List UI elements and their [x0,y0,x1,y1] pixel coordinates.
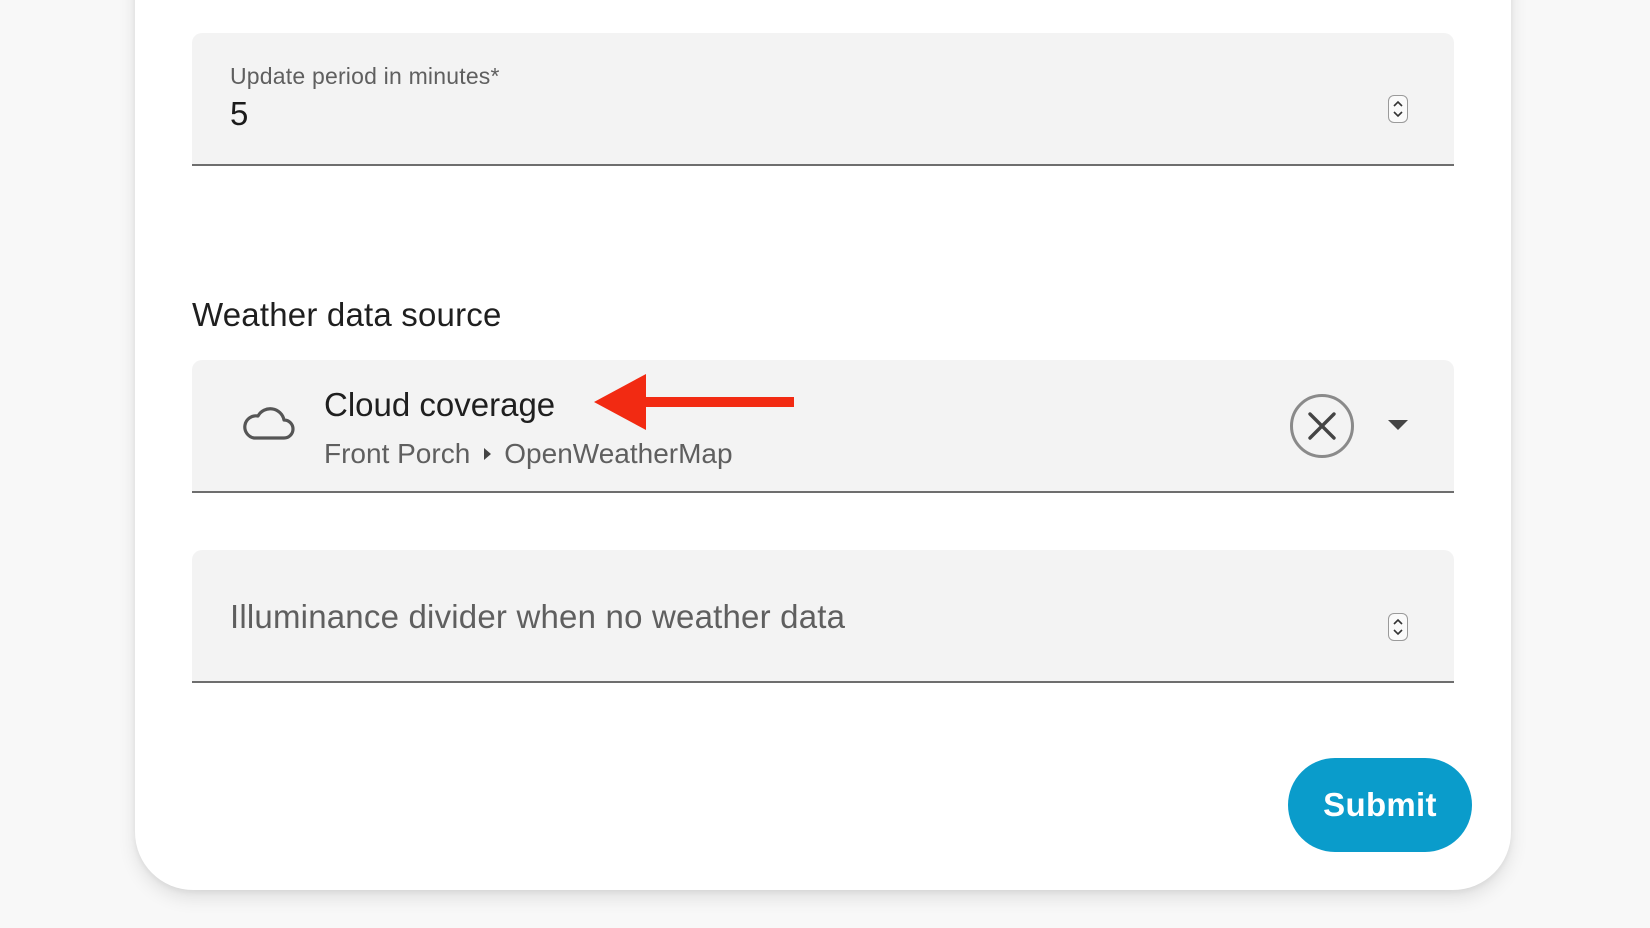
chevron-down-icon[interactable] [1388,420,1408,432]
weather-source-heading: Weather data source [192,296,502,333]
weather-source-picker[interactable]: Cloud coverage Front Porch OpenWeatherMa… [192,360,1454,493]
number-spinner[interactable] [1388,613,1408,641]
close-icon [1308,412,1336,440]
number-spinner[interactable] [1388,95,1408,123]
entity-path: Front Porch OpenWeatherMap [324,438,733,470]
device-name: Front Porch [324,438,471,469]
clear-button[interactable] [1290,394,1354,458]
cloud-icon [243,407,295,440]
illuminance-divider-label: Illuminance divider when no weather data [230,598,846,635]
update-period-field[interactable]: Update period in minutes* 5 [192,33,1454,166]
update-period-input[interactable]: 5 [230,95,248,133]
submit-button[interactable]: Submit [1288,758,1472,852]
annotation-arrow-icon [594,374,794,430]
spinner-arrows-icon [1393,618,1403,636]
caret-right-icon [484,448,492,460]
spinner-arrows-icon [1393,100,1403,118]
illuminance-divider-field[interactable]: Illuminance divider when no weather data [192,550,1454,683]
integration-name: OpenWeatherMap [504,438,733,469]
update-period-label: Update period in minutes* [230,63,500,89]
entity-name: Cloud coverage [324,386,556,423]
